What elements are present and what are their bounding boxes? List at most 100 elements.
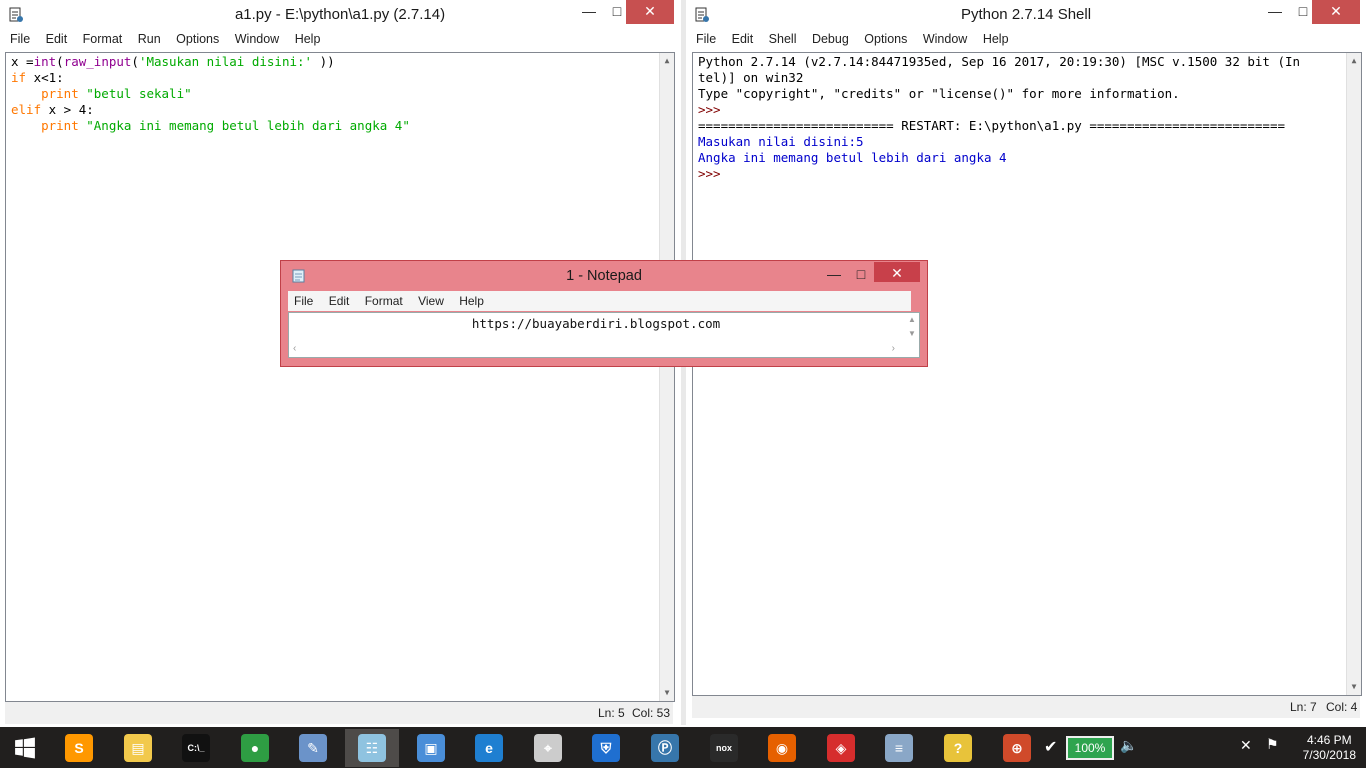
banner-line: Python 2.7.14 (v2.7.14:84471935ed, Sep 1… xyxy=(698,54,1301,69)
close-button[interactable]: ✕ xyxy=(626,0,674,24)
clock-date: 7/30/2018 xyxy=(1302,748,1356,762)
menu-format[interactable]: Format xyxy=(365,294,403,308)
horizontal-scrollbar[interactable]: ‹ › xyxy=(289,343,903,357)
code-line: print "Angka ini memang betul lebih dari… xyxy=(11,118,410,133)
taskbar-app-button[interactable]: nox xyxy=(697,729,751,767)
notepad-icon: ☷ xyxy=(358,734,386,762)
taskbar-app-button[interactable]: ▤ xyxy=(111,729,165,767)
banner-line: tel)] on win32 xyxy=(698,70,804,85)
firefox-icon: ◉ xyxy=(768,734,796,762)
flag-icon[interactable]: ⚑ xyxy=(1266,736,1279,753)
menu-shell[interactable]: Shell xyxy=(769,32,797,46)
garena-icon: ◈ xyxy=(827,734,855,762)
remote-desktop-icon: ▣ xyxy=(417,734,445,762)
menubar: File Edit Format Run Options Window Help xyxy=(4,32,326,50)
column-number: Col: 4 xyxy=(1326,700,1358,714)
clock-time: 4:46 PM xyxy=(1306,733,1352,747)
menu-format[interactable]: Format xyxy=(83,32,123,46)
chrome-icon: ● xyxy=(241,734,269,762)
menu-edit[interactable]: Edit xyxy=(732,32,754,46)
taskbar-app-button[interactable]: ⌖ xyxy=(521,729,575,767)
notepad-content: https://buayaberdiri.blogspot.com xyxy=(471,316,721,331)
menu-edit[interactable]: Edit xyxy=(329,294,350,308)
menu-edit[interactable]: Edit xyxy=(46,32,68,46)
code-line: if x<1: xyxy=(11,70,64,85)
defender-icon: ⛨ xyxy=(592,734,620,762)
taskbar-app-button[interactable]: C:\_ xyxy=(169,729,223,767)
clock[interactable]: 4:46 PM 7/30/2018 xyxy=(1303,733,1356,763)
nox-icon: nox xyxy=(710,734,738,762)
taskbar-app-button[interactable]: ? xyxy=(931,729,985,767)
line-number: Ln: 7 xyxy=(1290,700,1317,714)
editor-titlebar[interactable]: a1.py - E:\python\a1.py (2.7.14) — □ ✕ xyxy=(0,0,680,30)
output-line: Masukan nilai disini:5 xyxy=(698,134,864,149)
notepad-text-area[interactable]: https://buayaberdiri.blogspot.com ▲ ▼ ‹ › xyxy=(288,312,920,358)
battery-percent: 100% xyxy=(1074,741,1106,755)
status-bar: Ln: 5 Col: 53 xyxy=(5,702,673,724)
cmd-icon: C:\_ xyxy=(182,734,210,762)
close-button[interactable]: ✕ xyxy=(1312,0,1360,24)
menu-help[interactable]: Help xyxy=(983,32,1009,46)
taskbar-app-button[interactable]: ● xyxy=(228,729,282,767)
taskbar-app-button[interactable]: ▣ xyxy=(404,729,458,767)
scroll-down-arrow[interactable]: ▼ xyxy=(1347,679,1361,695)
menu-window[interactable]: Window xyxy=(923,32,967,46)
shell-prompt[interactable]: >>> xyxy=(698,166,1361,182)
taskbar-app-button[interactable]: ◉ xyxy=(755,729,809,767)
taskbar: S ▤ C:\_ ● ✎ ☷ ▣ e ⌖ ⛨ Ⓟnox ◉ ◈ ≡? ⊕ ✔ 100% 🔈 ✕ ⚑ 4:46… xyxy=(0,727,1366,768)
taskbar-app-button[interactable]: ≡ xyxy=(872,729,926,767)
vertical-scrollbar[interactable]: ▲ ▼ xyxy=(1346,53,1361,695)
menu-file[interactable]: File xyxy=(696,32,716,46)
taskbar-app-button[interactable]: ⛨ xyxy=(579,729,633,767)
scroll-down-arrow[interactable]: ▼ xyxy=(660,685,674,701)
menu-view[interactable]: View xyxy=(418,294,444,308)
task-manager-icon: ≡ xyxy=(885,734,913,762)
file-explorer-icon: ▤ xyxy=(124,734,152,762)
taskbar-app-button[interactable]: ◈ xyxy=(814,729,868,767)
help-icon: ? xyxy=(944,734,972,762)
restart-line: ========================== RESTART: E:\p… xyxy=(698,118,1285,133)
shell-output[interactable]: Python 2.7.14 (v2.7.14:84471935ed, Sep 1… xyxy=(692,52,1362,696)
menu-options[interactable]: Options xyxy=(176,32,219,46)
windows-logo-icon xyxy=(15,737,35,759)
line-number: Ln: 5 xyxy=(598,706,625,720)
notepad-window: 1 - Notepad — □ ✕ File Edit Format View … xyxy=(280,260,928,367)
scroll-up-arrow[interactable]: ▲ xyxy=(660,53,674,69)
compass-icon: ⌖ xyxy=(534,734,562,762)
banner-line: Type "copyright", "credits" or "license(… xyxy=(698,86,1180,101)
taskbar-app-button[interactable]: Ⓟ xyxy=(638,729,692,767)
taskbar-app-button[interactable]: ☷ xyxy=(345,729,399,767)
menubar: File Edit Format View Help xyxy=(288,291,911,311)
code-editor[interactable]: x =int(raw_input('Masukan nilai disini:'… xyxy=(5,52,675,702)
office-icon: ⊕ xyxy=(1003,734,1031,762)
output-line: Angka ini memang betul lebih dari angka … xyxy=(698,150,1007,165)
vertical-scrollbar[interactable]: ▲ ▼ xyxy=(905,313,919,341)
network-icon[interactable]: ✕ xyxy=(1240,737,1252,754)
menu-help[interactable]: Help xyxy=(459,294,484,308)
column-number: Col: 53 xyxy=(632,706,671,720)
menu-help[interactable]: Help xyxy=(295,32,321,46)
code-line: print "betul sekali" xyxy=(11,86,192,101)
taskbar-app-button[interactable]: S xyxy=(52,729,106,767)
vertical-scrollbar[interactable]: ▲ ▼ xyxy=(659,53,674,701)
menu-run[interactable]: Run xyxy=(138,32,161,46)
menu-file[interactable]: File xyxy=(294,294,313,308)
menu-window[interactable]: Window xyxy=(235,32,279,46)
taskbar-app-button[interactable]: ✎ xyxy=(286,729,340,767)
battery-indicator[interactable]: 100% xyxy=(1066,736,1114,760)
shell-titlebar[interactable]: Python 2.7.14 Shell — □ ✕ xyxy=(686,0,1366,30)
volume-icon[interactable]: 🔈 xyxy=(1120,737,1137,754)
code-line: elif x > 4: xyxy=(11,102,94,117)
code-line: x =int(raw_input('Masukan nilai disini:'… xyxy=(11,54,335,69)
menu-options[interactable]: Options xyxy=(864,32,907,46)
menu-file[interactable]: File xyxy=(10,32,30,46)
menu-debug[interactable]: Debug xyxy=(812,32,849,46)
python-icon: Ⓟ xyxy=(651,734,679,762)
security-shield-icon[interactable]: ✔ xyxy=(1044,737,1057,757)
scroll-up-arrow[interactable]: ▲ xyxy=(1347,53,1361,69)
start-button[interactable] xyxy=(0,729,50,767)
taskbar-app-button[interactable]: e xyxy=(462,729,516,767)
taskbar-app-button[interactable]: ⊕ xyxy=(990,729,1044,767)
close-button[interactable]: ✕ xyxy=(874,262,920,282)
paint-icon: ✎ xyxy=(299,734,327,762)
